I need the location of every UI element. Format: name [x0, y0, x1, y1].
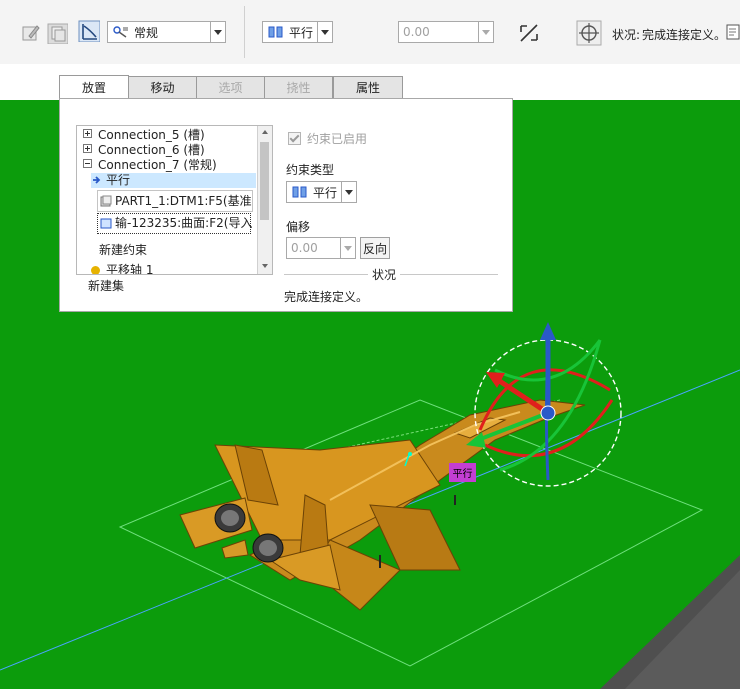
chevron-down-icon — [317, 22, 332, 42]
panel-offset-value: 0.00 — [291, 241, 318, 255]
tab-label: 挠性 — [286, 81, 311, 95]
panel-constraint-type-dropdown[interactable]: 平行 — [286, 181, 357, 203]
constraint-enabled-checkbox[interactable]: 约束已启用 — [288, 130, 367, 147]
tab-label: 选项 — [218, 81, 243, 95]
mode-dropdown[interactable]: 常规 — [107, 21, 226, 43]
expand-icon[interactable] — [83, 129, 92, 138]
tree-item-connection-5[interactable]: Connection_5 (槽) — [83, 128, 205, 143]
surface-icon — [100, 218, 112, 229]
sketch-curve-icon[interactable] — [78, 20, 100, 42]
edit-attachment-icon[interactable] — [20, 22, 42, 44]
reference-field-surface[interactable]: 输-123235:曲面:F2(导入 — [97, 213, 253, 234]
tab-placement[interactable]: 放置 — [59, 75, 129, 99]
scroll-up-icon[interactable] — [258, 126, 272, 138]
expand-icon[interactable] — [83, 144, 92, 153]
chevron-down-icon — [478, 22, 493, 42]
status-label: 状况: — [612, 28, 641, 42]
tab-properties[interactable]: 属性 — [333, 76, 403, 98]
chevron-down-icon — [341, 182, 356, 202]
parallel-icon — [292, 186, 307, 198]
panel-constraint-type-value: 平行 — [313, 185, 338, 200]
aircraft-model — [179, 399, 586, 611]
drag-component-icon[interactable] — [576, 20, 602, 46]
arrow-right-icon — [93, 176, 101, 184]
constraint-type-value: 平行 — [289, 25, 314, 40]
reference-label: PART1_1:DTM1:F5(基准 — [115, 194, 252, 208]
constraint-type-label: 约束类型 — [286, 163, 335, 177]
flip-button-label: 反向 — [362, 241, 387, 256]
collapse-icon[interactable] — [83, 159, 92, 168]
mode-dropdown-value: 常规 — [134, 25, 159, 40]
panel-offset-input[interactable]: 0.00 — [286, 237, 356, 259]
constraint-enabled-label: 约束已启用 — [307, 132, 368, 146]
reference-field-part1[interactable]: PART1_1:DTM1:F5(基准 — [97, 190, 253, 212]
tree-item-label: 平移轴 1 — [106, 263, 154, 275]
tab-label: 移动 — [150, 81, 175, 95]
tree-item-parallel-selected[interactable]: 平行 — [91, 173, 256, 188]
tree-item-connection-7[interactable]: Connection_7 (常规) — [83, 158, 217, 173]
tree-item-translation-axis[interactable]: 平移轴 1 — [91, 263, 154, 275]
tab-label: 属性 — [355, 81, 380, 95]
new-constraint-link[interactable]: 新建约束 — [99, 243, 147, 258]
new-constraint-label: 新建约束 — [99, 243, 148, 257]
constraint-badge[interactable]: 平行 — [449, 463, 476, 482]
connection-type-icon — [113, 26, 128, 38]
flip-button[interactable]: 反向 — [360, 237, 390, 259]
toolbar-divider — [244, 6, 245, 58]
copy-icon[interactable] — [46, 22, 68, 44]
reference-label: 输-123235:曲面:F2(导入 — [115, 216, 253, 230]
parallel-icon — [268, 26, 283, 38]
connection-tree[interactable]: Connection_5 (槽) Connection_6 (槽) Connec… — [76, 125, 273, 275]
tree-item-connection-6[interactable]: Connection_6 (槽) — [83, 143, 205, 158]
tree-item-label: 平行 — [106, 173, 131, 187]
chevron-down-icon — [340, 238, 355, 258]
constraint-type-dropdown[interactable]: 平行 — [262, 21, 333, 43]
tree-item-label: Connection_7 (常规) — [98, 158, 217, 172]
tree-item-label: Connection_6 (槽) — [98, 143, 205, 157]
tab-label: 放置 — [81, 81, 106, 95]
tab-options[interactable]: 选项 — [196, 76, 265, 98]
flip-direction-icon[interactable] — [518, 22, 540, 44]
tree-item-label: Connection_5 (槽) — [98, 128, 205, 142]
dashboard-toolbar: 常规 平行 0.00 状况: 完成连接定义。 — [0, 0, 740, 65]
status-section-label: 状况 — [368, 266, 401, 283]
datum-plane-icon — [100, 195, 112, 207]
document-icon[interactable] — [726, 24, 740, 40]
status-message: 完成连接定义。 — [284, 290, 369, 304]
chevron-down-icon — [210, 22, 225, 42]
tab-flexibility[interactable]: 挠性 — [264, 76, 333, 98]
tree-scrollbar[interactable] — [257, 126, 272, 274]
offset-label: 偏移 — [286, 220, 311, 234]
offset-input-value: 0.00 — [403, 25, 430, 39]
tab-move[interactable]: 移动 — [128, 76, 197, 98]
placement-panel: Connection_5 (槽) Connection_6 (槽) Connec… — [59, 98, 513, 312]
status-text: 完成连接定义。 — [642, 28, 727, 42]
scrollbar-thumb[interactable] — [260, 142, 269, 220]
axis-icon — [91, 266, 100, 274]
offset-input[interactable]: 0.00 — [398, 21, 494, 43]
checkbox-icon — [288, 132, 301, 145]
scroll-down-icon[interactable] — [258, 260, 272, 272]
new-set-link[interactable]: 新建集 — [88, 277, 124, 294]
